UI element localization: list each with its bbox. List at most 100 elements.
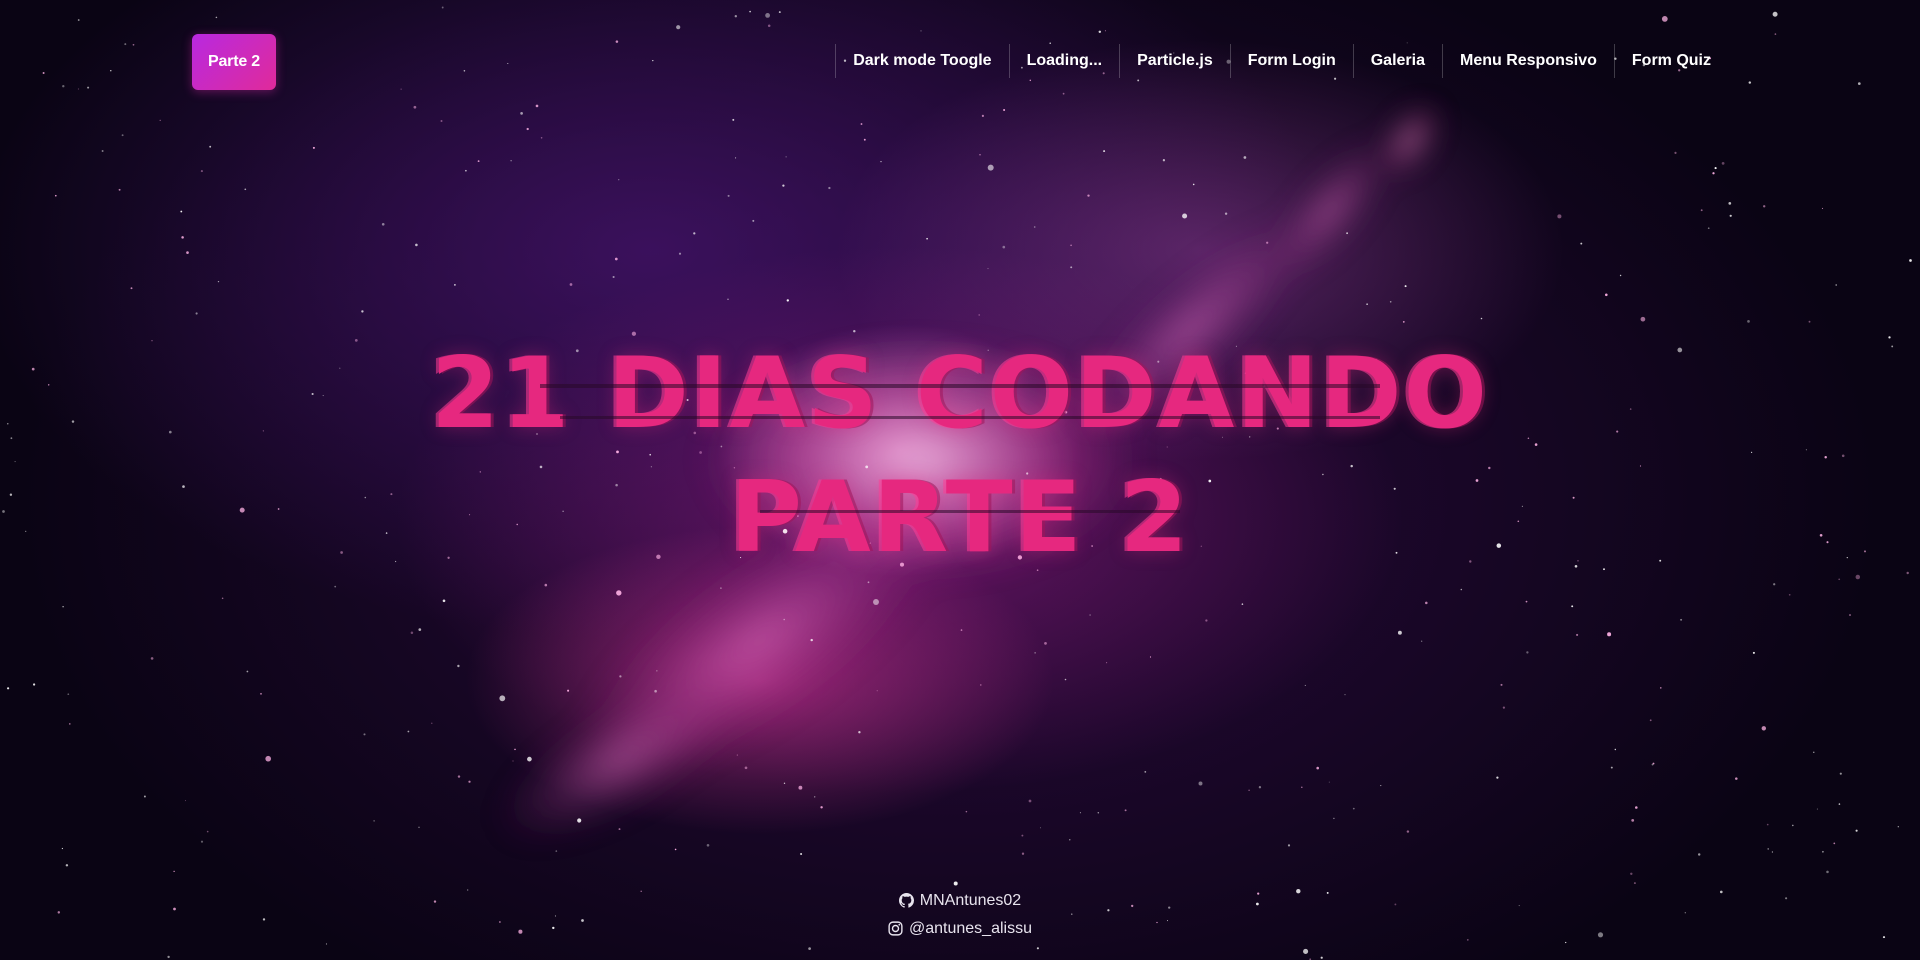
star (863, 138, 866, 141)
star (143, 795, 146, 798)
star (1070, 266, 1073, 269)
star (978, 314, 980, 316)
star (1149, 656, 1152, 658)
star (186, 251, 189, 254)
star (544, 583, 548, 587)
star (1735, 777, 1738, 780)
star (1502, 706, 1506, 709)
star (734, 15, 737, 18)
star (67, 693, 70, 696)
star (1855, 829, 1858, 832)
star (217, 280, 220, 283)
nav-form-quiz[interactable]: Form Quiz (1613, 44, 1728, 78)
star (926, 237, 928, 240)
star (1002, 245, 1006, 249)
star (1576, 633, 1579, 636)
star (800, 852, 803, 856)
star (184, 800, 187, 802)
star (526, 127, 529, 131)
star (615, 40, 619, 43)
star (1791, 824, 1794, 827)
nav-form-login[interactable]: Form Login (1229, 44, 1353, 78)
star (62, 85, 65, 88)
star (828, 186, 831, 190)
star (1460, 588, 1463, 591)
star (440, 120, 443, 122)
star (798, 785, 803, 790)
star (1320, 956, 1323, 959)
star (616, 590, 622, 596)
github-link[interactable]: MNAntunes02 (898, 888, 1022, 913)
star (381, 222, 385, 226)
star (1526, 651, 1529, 654)
instagram-icon (888, 921, 903, 936)
nav-loading[interactable]: Loading... (1008, 44, 1120, 78)
star (312, 146, 315, 149)
star (1192, 183, 1195, 186)
star (77, 88, 79, 90)
star (195, 312, 198, 315)
github-handle: MNAntunes02 (919, 892, 1022, 909)
brand-button[interactable]: Parte 2 (192, 34, 276, 90)
star (400, 88, 402, 90)
nav-particle-js[interactable]: Particle.js (1119, 44, 1230, 78)
star (980, 684, 982, 686)
star (1480, 317, 1483, 320)
star (130, 287, 133, 290)
star (1205, 619, 1208, 622)
star (1525, 600, 1528, 603)
star (744, 766, 748, 770)
star (1034, 652, 1036, 654)
star (1826, 870, 1829, 874)
instagram-link[interactable]: @antunes_alissu (888, 916, 1032, 941)
star (221, 597, 224, 600)
star (65, 864, 69, 867)
star (1316, 766, 1319, 770)
star (1496, 776, 1499, 779)
star (1712, 172, 1715, 175)
star (1557, 214, 1562, 219)
star (785, 156, 787, 158)
star (1389, 301, 1392, 303)
star (1079, 812, 1081, 814)
star (520, 112, 523, 115)
star (512, 760, 514, 762)
star (810, 638, 813, 642)
star (118, 188, 121, 191)
page: Parte 2 Dark mode Toogle Loading... Partic… (0, 0, 1920, 960)
star (1021, 834, 1024, 837)
star (652, 60, 654, 62)
star (1619, 274, 1622, 277)
star (1748, 81, 1752, 84)
star (873, 599, 879, 605)
star (1404, 285, 1407, 288)
star (1182, 213, 1188, 219)
star (820, 806, 823, 809)
star (454, 284, 456, 286)
star (1137, 79, 1140, 82)
star (463, 70, 466, 72)
star (678, 252, 682, 255)
star (1761, 726, 1767, 731)
star (334, 585, 337, 588)
star (69, 723, 71, 725)
star (1070, 244, 1072, 247)
star (260, 692, 262, 695)
nav-dark-mode-toggle[interactable]: Dark mode Toogle (835, 44, 1008, 78)
star (101, 150, 104, 152)
star (1397, 630, 1402, 635)
star (567, 689, 570, 692)
star (1243, 156, 1247, 159)
star (1089, 614, 1091, 616)
star (706, 844, 710, 847)
star (527, 756, 532, 762)
star (1631, 819, 1635, 822)
star (987, 164, 994, 171)
star (808, 947, 811, 950)
star (1266, 241, 1269, 244)
star (457, 664, 460, 668)
nav-menu-responsivo[interactable]: Menu Responsivo (1441, 44, 1614, 78)
star (1346, 232, 1348, 235)
nav-galeria[interactable]: Galeria (1352, 44, 1442, 78)
star (540, 137, 543, 139)
